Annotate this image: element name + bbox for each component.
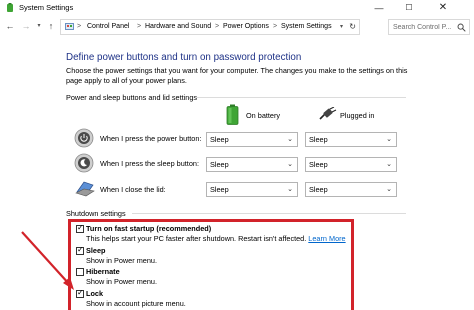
breadcrumb-separator: >	[77, 23, 82, 30]
window-title: System Settings	[19, 3, 74, 12]
sleep-option-label: Sleep	[86, 246, 106, 255]
lock-option-label: Lock	[86, 289, 104, 298]
forward-arrow-icon[interactable]: →	[20, 20, 32, 32]
page-title: Define power buttons and turn on passwor…	[66, 52, 302, 63]
hibernate-option-label: Hibernate	[86, 267, 120, 276]
sleep-button-icon	[74, 153, 94, 173]
breadcrumb-separator: >	[215, 23, 220, 30]
select-value: Sleep	[309, 135, 328, 144]
power-section-label: Power and sleep buttons and lid settings	[66, 93, 198, 102]
close-lid-battery-select[interactable]: Sleep ⌄	[206, 182, 298, 197]
sleep-button-label: When I press the sleep button:	[100, 159, 199, 168]
battery-icon	[226, 104, 239, 125]
minimize-button[interactable]: —	[366, 0, 392, 16]
sleep-button-plugged-select[interactable]: Sleep ⌄	[305, 157, 397, 172]
fast-startup-desc-text: This helps start your PC faster after sh…	[86, 234, 307, 243]
laptop-lid-icon	[75, 181, 95, 197]
lock-option-desc: Show in account picture menu.	[86, 299, 186, 308]
power-button-plugged-select[interactable]: Sleep ⌄	[305, 132, 397, 147]
learn-more-link[interactable]: Learn More	[308, 234, 345, 243]
address-bar[interactable]: > Control Panel > Hardware and Sound > P…	[60, 19, 360, 35]
chevron-down-icon: ⌄	[287, 161, 293, 168]
close-lid-plugged-select[interactable]: Sleep ⌄	[305, 182, 397, 197]
close-button[interactable]: ✕	[430, 0, 456, 16]
fast-startup-checkbox[interactable]: ✓	[76, 223, 84, 233]
chevron-down-icon: ⌄	[386, 161, 392, 168]
plug-icon	[319, 107, 337, 120]
maximize-button[interactable]: ☐	[396, 0, 422, 16]
control-panel-icon	[65, 23, 74, 30]
column-plugged-in: Plugged in	[340, 111, 375, 120]
section-divider	[196, 97, 406, 98]
select-value: Sleep	[309, 160, 328, 169]
hibernate-checkbox[interactable]	[76, 268, 84, 276]
search-box[interactable]	[388, 19, 470, 35]
sleep-checkbox[interactable]: ✓	[76, 245, 84, 255]
checkmark-icon: ✓	[77, 223, 84, 232]
power-button-icon	[74, 128, 94, 148]
sleep-button-battery-select[interactable]: Sleep ⌄	[206, 157, 298, 172]
breadcrumb-control-panel[interactable]: Control Panel	[87, 23, 129, 30]
search-icon[interactable]	[457, 23, 466, 32]
sleep-option-desc: Show in Power menu.	[86, 256, 157, 265]
chevron-down-icon: ⌄	[386, 136, 392, 143]
fast-startup-desc: This helps start your PC faster after sh…	[86, 234, 346, 243]
power-button-battery-select[interactable]: Sleep ⌄	[206, 132, 298, 147]
chevron-down-icon: ⌄	[386, 186, 392, 193]
breadcrumb-separator: >	[273, 23, 278, 30]
search-input[interactable]	[393, 21, 459, 33]
up-arrow-icon[interactable]: ↑	[45, 20, 57, 32]
fast-startup-label: Turn on fast startup (recommended)	[86, 224, 212, 233]
refresh-icon[interactable]: ↻	[349, 22, 356, 31]
title-bar: System Settings — ☐ ✕	[0, 0, 474, 16]
checkmark-icon: ✓	[77, 245, 84, 254]
select-value: Sleep	[210, 135, 229, 144]
address-dropdown-chevron-icon[interactable]: ▾	[340, 23, 343, 30]
breadcrumb-system-settings[interactable]: System Settings	[281, 23, 332, 30]
breadcrumb-separator: >	[137, 23, 142, 30]
lock-checkbox[interactable]: ✓	[76, 288, 84, 298]
select-value: Sleep	[210, 185, 229, 194]
address-row: ← → ▾ ↑ > Control Panel > Hardware and S…	[0, 17, 474, 37]
breadcrumb-power-options[interactable]: Power Options	[223, 23, 269, 30]
chevron-down-icon: ⌄	[287, 186, 293, 193]
power-options-icon	[7, 3, 13, 12]
select-value: Sleep	[309, 185, 328, 194]
back-arrow-icon[interactable]: ←	[4, 20, 16, 32]
recent-locations-chevron-icon[interactable]: ▾	[33, 20, 45, 32]
column-on-battery: On battery	[246, 111, 281, 120]
checkmark-icon: ✓	[77, 288, 84, 297]
page-description: Choose the power settings that you want …	[66, 66, 408, 85]
select-value: Sleep	[210, 160, 229, 169]
hibernate-option-desc: Show in Power menu.	[86, 277, 157, 286]
power-button-label: When I press the power button:	[100, 134, 202, 143]
section-divider	[132, 213, 406, 214]
shutdown-section-label: Shutdown settings	[66, 209, 126, 218]
close-lid-label: When I close the lid:	[100, 185, 166, 194]
breadcrumb-hardware-and-sound[interactable]: Hardware and Sound	[145, 23, 211, 30]
chevron-down-icon: ⌄	[287, 136, 293, 143]
